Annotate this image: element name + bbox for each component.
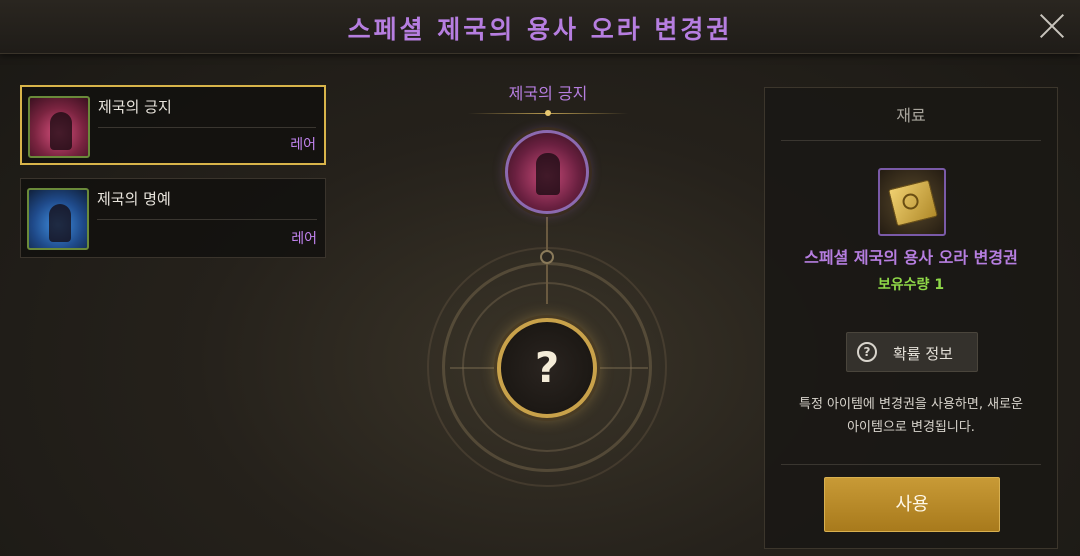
- item-card-honor[interactable]: 제국의 명예 레어: [20, 178, 326, 258]
- description-line: 아이템으로 변경됩니다.: [847, 420, 975, 435]
- aura-honor-icon: [27, 188, 89, 250]
- item-divider: [98, 127, 316, 128]
- material-name: 스페셜 제국의 용사 오라 변경권: [804, 248, 1018, 267]
- material-count: 보유수량 1: [877, 277, 945, 293]
- ring-arm-left: [450, 367, 498, 369]
- divider: [781, 464, 1041, 465]
- ticket-card-icon: [888, 179, 938, 227]
- aura-pride-icon: [28, 96, 90, 158]
- ticket-item-icon[interactable]: [878, 168, 946, 236]
- item-grade: 레어: [291, 231, 317, 247]
- item-grade: 레어: [290, 137, 316, 153]
- panel-header: 재료: [896, 106, 926, 125]
- window-title: 스페셜 제국의 용사 오라 변경권: [347, 15, 733, 44]
- character-silhouette-icon: [49, 204, 71, 242]
- connector-knot: [540, 250, 554, 264]
- item-name: 제국의 긍지: [98, 98, 172, 116]
- divider: [781, 140, 1041, 141]
- probability-info-button[interactable]: ? 확률 정보: [846, 332, 978, 372]
- result-unknown-icon: ?: [497, 318, 597, 418]
- use-button[interactable]: 사용: [824, 477, 1000, 532]
- label-dot: [545, 110, 551, 116]
- selected-item-label: 제국의 긍지: [508, 84, 588, 103]
- close-icon[interactable]: [1038, 12, 1066, 40]
- item-card-pride[interactable]: 제국의 긍지 레어: [20, 85, 326, 165]
- character-silhouette-icon: [50, 112, 72, 150]
- description: 특정 아이템에 변경권을 사용하면, 새로운 아이템으로 변경됩니다.: [775, 393, 1047, 439]
- emblem-icon: [900, 191, 921, 212]
- item-divider: [97, 219, 317, 220]
- material-panel: 재료 스페셜 제국의 용사 오라 변경권 보유수량 1 ? 확률 정보 특정 아…: [764, 87, 1058, 549]
- item-name: 제국의 명예: [97, 190, 171, 208]
- probability-info-label: 확률 정보: [893, 345, 953, 363]
- title-bar: 스페셜 제국의 용사 오라 변경권: [0, 0, 1080, 54]
- selected-aura-icon: [505, 130, 589, 214]
- question-icon: ?: [857, 342, 877, 362]
- description-line: 특정 아이템에 변경권을 사용하면, 새로운: [799, 397, 1023, 412]
- character-silhouette-icon: [536, 153, 560, 195]
- ring-arm-right: [598, 367, 648, 369]
